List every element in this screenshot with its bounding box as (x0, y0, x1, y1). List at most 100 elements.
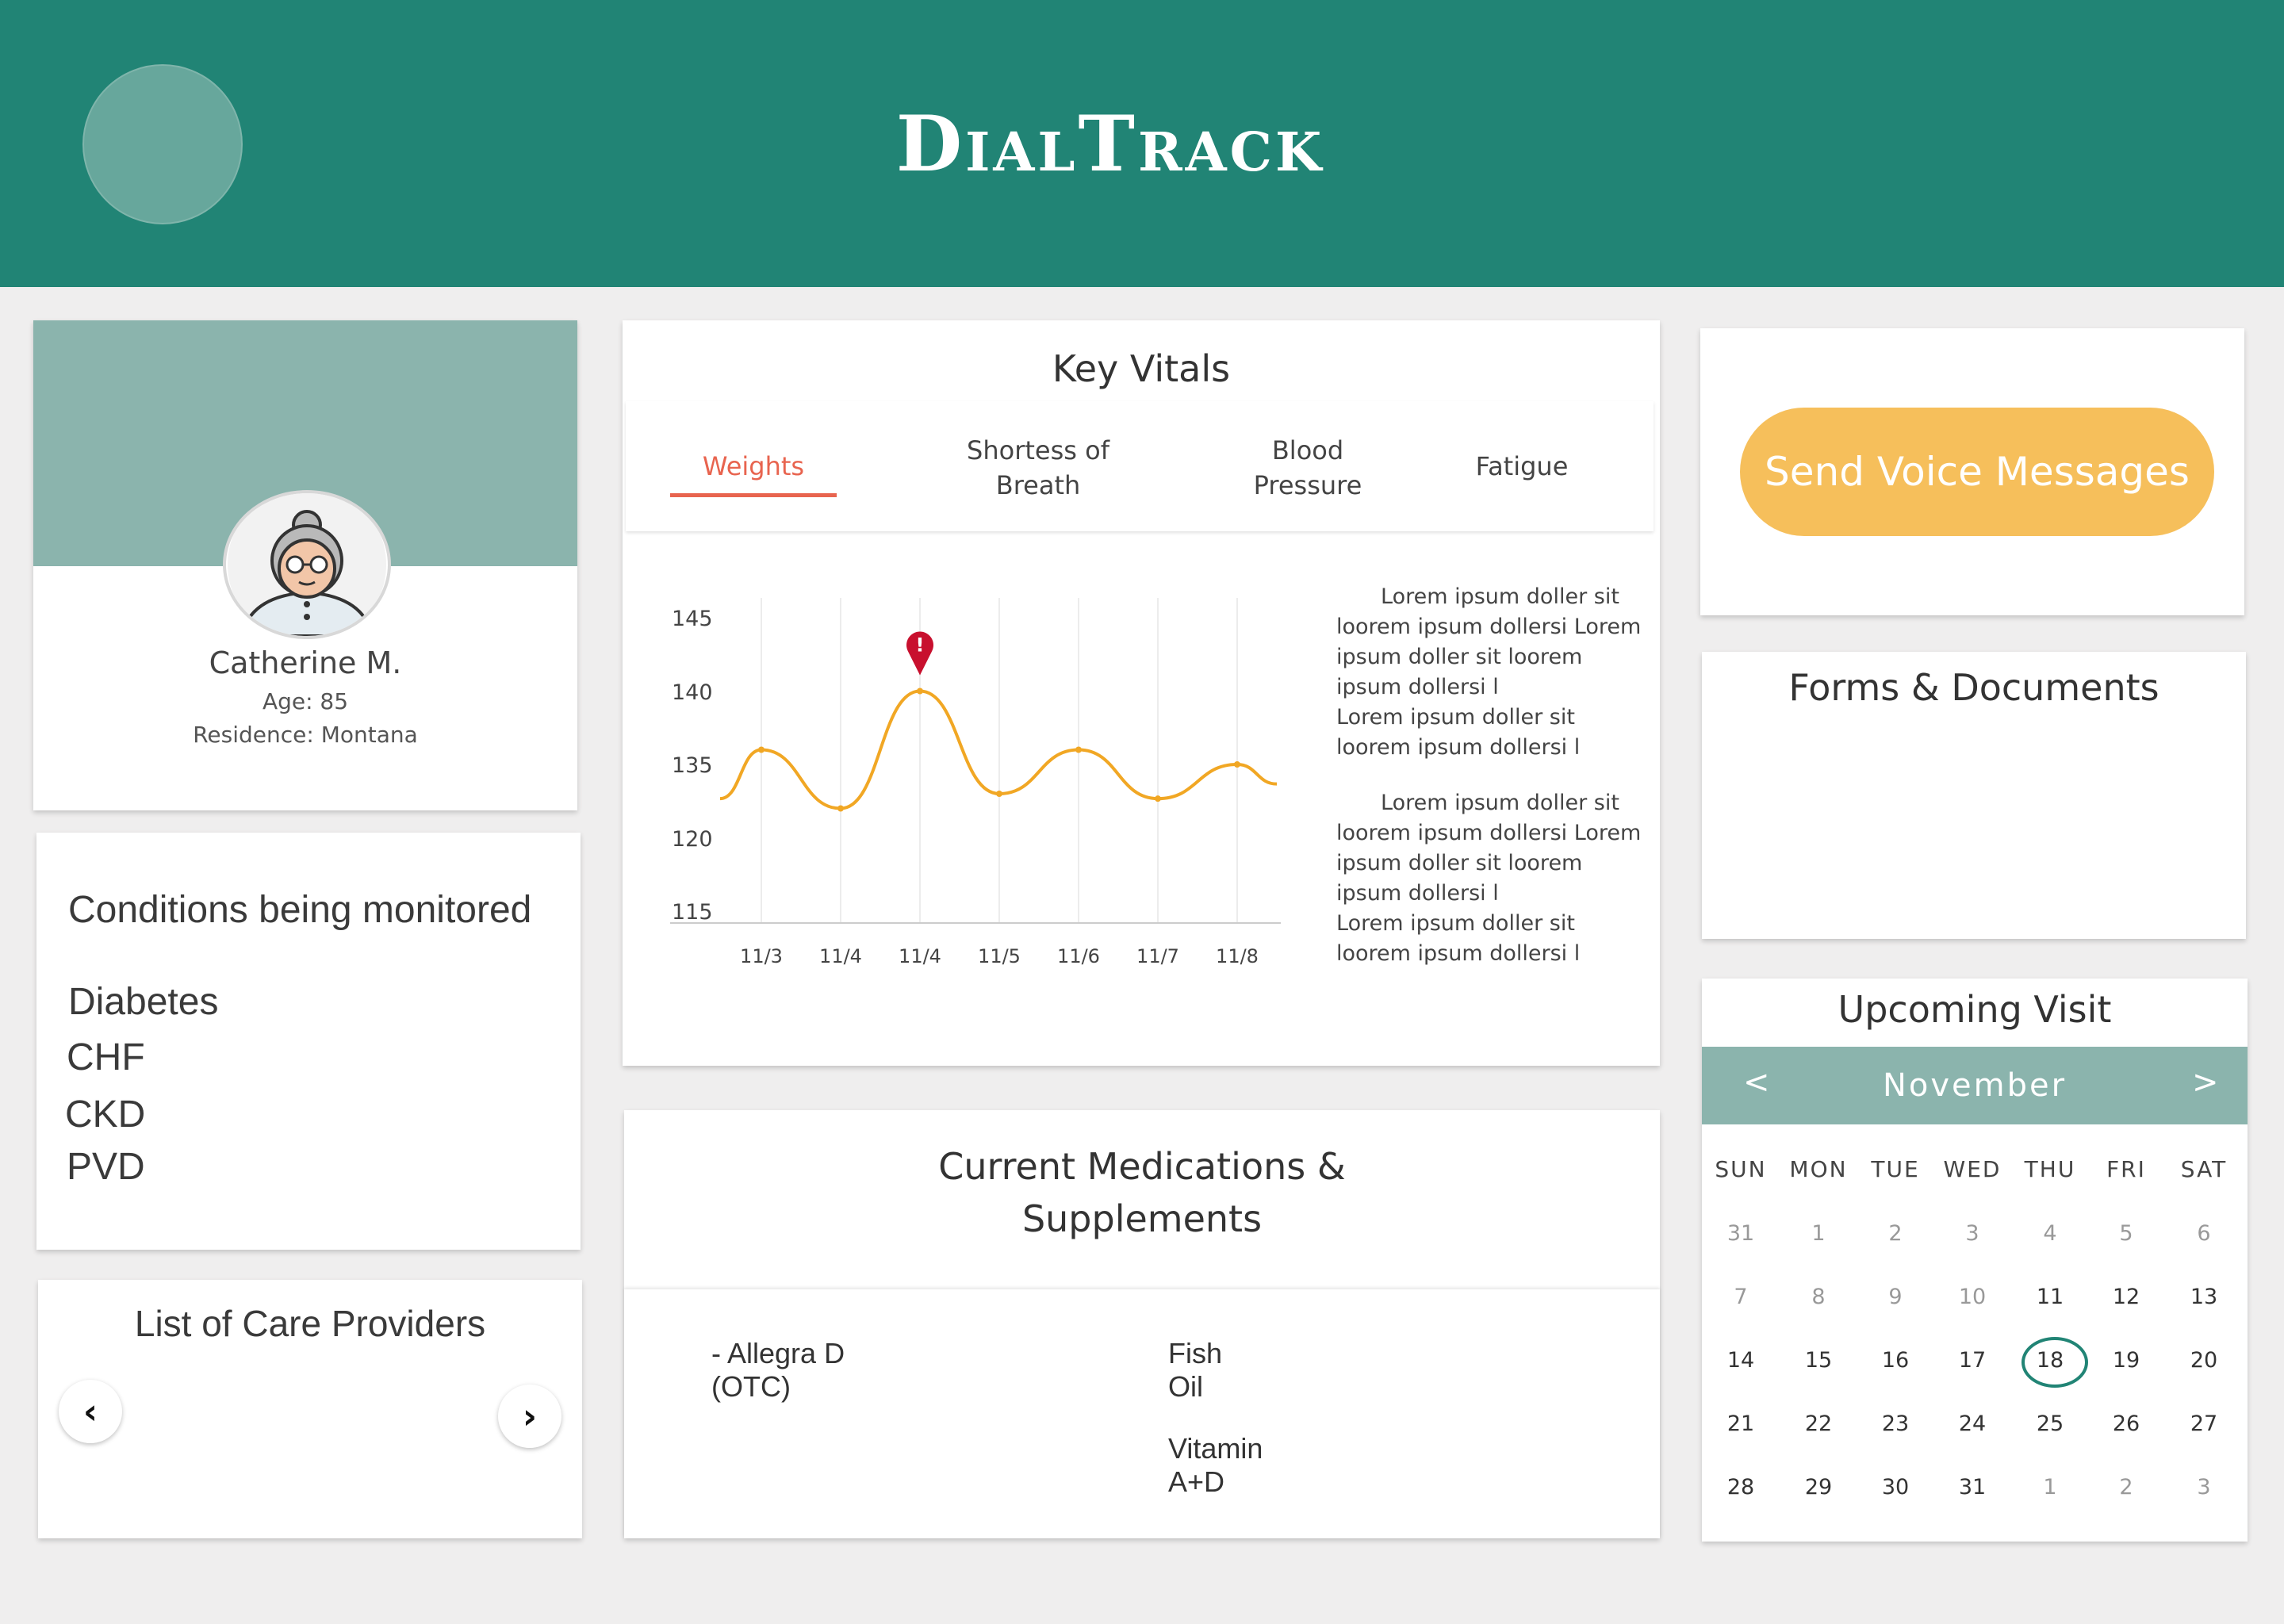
patient-profile-card: Catherine M. Age: 85 Residence: Montana (33, 320, 577, 810)
calendar-day[interactable]: 24 (1933, 1407, 2011, 1442)
calendar-day[interactable]: 10 (1933, 1280, 2011, 1315)
providers-next-button[interactable]: › (498, 1385, 561, 1448)
calendar-dow-label: FRI (2106, 1156, 2146, 1182)
chevron-right-icon: › (522, 1396, 538, 1437)
chart-y-tick-label: 115 (672, 900, 713, 925)
chart-x-tick-label: 11/4 (899, 945, 941, 967)
calendar-dow-label: SAT (2180, 1156, 2228, 1182)
calendar-day[interactable]: 12 (2087, 1280, 2165, 1315)
tab-weights[interactable]: Weights (670, 449, 837, 484)
care-providers-card: List of Care Providers ‹ › (38, 1280, 582, 1538)
calendar-day[interactable]: 8 (1780, 1280, 1857, 1315)
vitals-notes: Lorem ipsum doller sit loorem ipsum doll… (1336, 582, 1646, 994)
providers-heading: List of Care Providers (134, 1303, 486, 1344)
calendar-day[interactable]: 3 (1933, 1216, 2011, 1251)
condition-item: PVD (67, 1146, 145, 1188)
calendar-next-button[interactable]: > (2192, 1064, 2219, 1101)
chart-x-tick-label: 11/8 (1216, 945, 1259, 967)
patient-name: Catherine M. (209, 645, 402, 680)
chart-data-point[interactable] (758, 746, 765, 753)
chart-data-point[interactable] (1234, 761, 1240, 768)
medication-item: Vitamin A+D (1168, 1432, 1263, 1498)
medication-item: - Allegra D (OTC) (711, 1337, 845, 1403)
calendar-day[interactable]: 20 (2165, 1343, 2243, 1378)
condition-item: CKD (65, 1094, 146, 1136)
forms-documents-card[interactable]: Forms & Documents (1702, 652, 2246, 939)
calendar-day[interactable]: 19 (2087, 1343, 2165, 1378)
chart-data-point[interactable] (996, 791, 1002, 797)
calendar-day[interactable]: 27 (2165, 1407, 2243, 1442)
medications-list: - Allegra D (OTC) Fish Oil Vitamin A+D (624, 1289, 1660, 1538)
calendar-day[interactable]: 6 (2165, 1216, 2243, 1251)
calendar-day[interactable]: 3 (2165, 1470, 2243, 1505)
medications-heading: Current Medications & Supplements (624, 1140, 1660, 1245)
condition-item: CHF (67, 1036, 145, 1078)
chart-x-tick-label: 11/5 (978, 945, 1021, 967)
calendar-day[interactable]: 15 (1780, 1343, 1857, 1378)
calendar-day[interactable]: 13 (2165, 1280, 2243, 1315)
calendar-day[interactable]: 1 (1780, 1216, 1857, 1251)
send-voice-messages-button[interactable]: Send Voice Messages (1740, 408, 2214, 536)
chart-x-tick-label: 11/6 (1057, 945, 1100, 967)
conditions-heading: Conditions being monitored (68, 889, 532, 931)
vitals-tabbar: Weights Shortess of Breath Blood Pressur… (626, 401, 1654, 531)
weights-chart: 145 140 135 120 115 11/3 11/4 11/4 11/5 11/6 11/7 1… (670, 598, 1281, 967)
calendar-dow-label: WED (1943, 1156, 2002, 1182)
calendar-day[interactable]: 9 (1857, 1280, 1934, 1315)
chart-data-point[interactable] (837, 805, 844, 812)
medications-heading-line: Current Medications & (938, 1145, 1346, 1188)
calendar-day-selected[interactable]: 18 (2011, 1337, 2089, 1388)
medications-card: Current Medications & Supplements - Alle… (624, 1110, 1660, 1538)
alert-marker-icon[interactable]: ! (906, 631, 933, 676)
upcoming-visit-card: Upcoming Visit < November > SUN MON TUE WED… (1702, 979, 2248, 1542)
calendar-day[interactable]: 2 (2087, 1470, 2165, 1505)
tab-shortness-of-breath[interactable]: Shortess of Breath (927, 433, 1149, 503)
calendar-day[interactable]: 25 (2011, 1407, 2089, 1442)
calendar-dow-label: THU (2024, 1156, 2076, 1182)
visit-heading: Upcoming Visit (1838, 988, 2112, 1031)
calendar-day[interactable]: 16 (1857, 1343, 1934, 1378)
tab-blood-pressure[interactable]: Blood Pressure (1205, 433, 1411, 503)
chart-y-tick-label: 135 (672, 753, 713, 778)
tab-fatigue[interactable]: Fatigue (1443, 449, 1601, 484)
calendar-day[interactable]: 17 (1933, 1343, 2011, 1378)
chart-x-tick-label: 11/4 (819, 945, 862, 967)
calendar-day[interactable]: 29 (1780, 1470, 1857, 1505)
chevron-left-icon: ‹ (82, 1391, 98, 1432)
voice-messages-card: Send Voice Messages (1700, 328, 2244, 615)
app-header: DialTrack (0, 0, 2284, 287)
calendar-day[interactable]: 28 (1702, 1470, 1780, 1505)
calendar-dow-label: TUE (1871, 1156, 1920, 1182)
app-title: DialTrack (895, 99, 1325, 189)
chart-x-tick-label: 11/3 (740, 945, 783, 967)
chart-data-point[interactable] (1075, 746, 1082, 753)
medications-heading-line: Supplements (1021, 1197, 1263, 1240)
calendar-day[interactable]: 14 (1702, 1343, 1780, 1378)
chart-data-point[interactable] (917, 688, 923, 695)
svg-text:!: ! (916, 634, 925, 657)
chart-data-point[interactable] (1155, 795, 1161, 802)
calendar-day[interactable]: 7 (1702, 1280, 1780, 1315)
chart-y-tick-label: 140 (672, 680, 713, 705)
calendar-day[interactable]: 23 (1857, 1407, 1934, 1442)
chart-x-tick-label: 11/7 (1136, 945, 1179, 967)
active-tab-indicator (670, 493, 837, 497)
calendar-day[interactable]: 11 (2011, 1280, 2089, 1315)
calendar-day[interactable]: 21 (1702, 1407, 1780, 1442)
conditions-card: Conditions being monitored Diabetes CHF … (36, 833, 581, 1250)
calendar-day[interactable]: 1 (2011, 1470, 2089, 1505)
calendar-day[interactable]: 31 (1702, 1216, 1780, 1251)
calendar-day[interactable]: 22 (1780, 1407, 1857, 1442)
calendar-day[interactable]: 26 (2087, 1407, 2165, 1442)
vitals-note: Lorem ipsum doller sit loorem ipsum doll… (1336, 791, 1642, 966)
patient-age: Age: 85 (262, 688, 349, 714)
condition-item: Diabetes (68, 981, 219, 1023)
providers-prev-button[interactable]: ‹ (59, 1380, 122, 1443)
calendar-day[interactable]: 31 (1933, 1470, 2011, 1505)
calendar-day[interactable]: 30 (1857, 1470, 1934, 1505)
calendar-dow-label: SUN (1715, 1156, 1767, 1182)
patient-residence: Residence: Montana (193, 722, 418, 748)
calendar-day[interactable]: 5 (2087, 1216, 2165, 1251)
calendar-day[interactable]: 4 (2011, 1216, 2089, 1251)
calendar-day[interactable]: 2 (1857, 1216, 1934, 1251)
